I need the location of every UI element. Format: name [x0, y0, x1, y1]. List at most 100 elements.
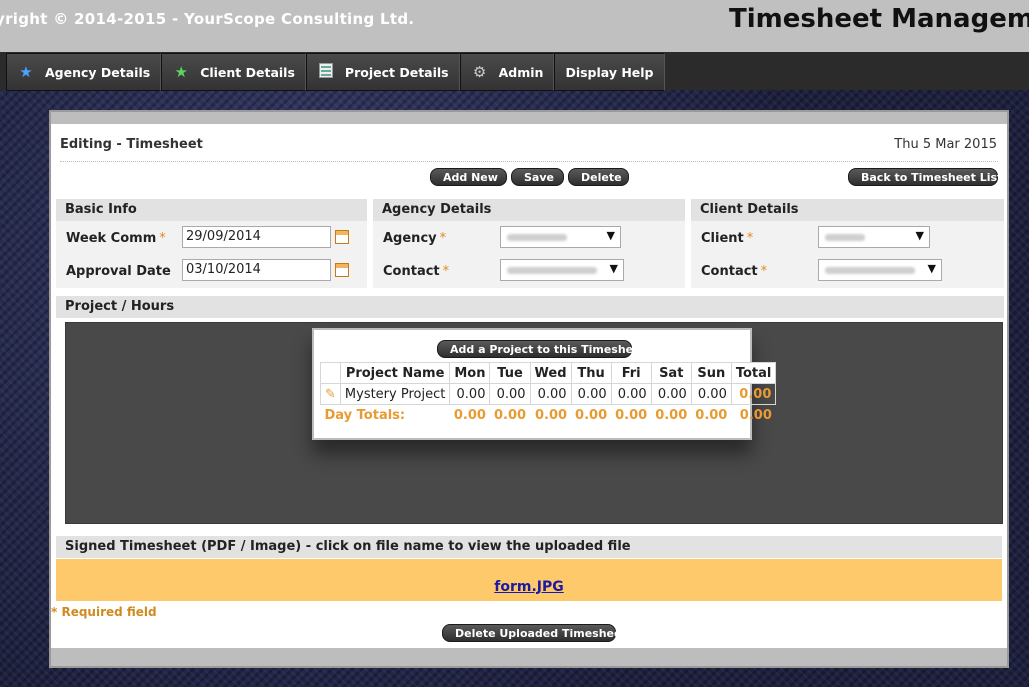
- agency-contact-select[interactable]: ▼: [500, 259, 624, 281]
- required-mark: *: [442, 264, 450, 279]
- nav-item-client-details[interactable]: ★ Client Details: [161, 53, 306, 91]
- app-title: Timesheet Managemer: [729, 4, 1029, 34]
- agency-contact-label-text: Contact: [383, 264, 440, 279]
- hours-cell: 0.00: [449, 383, 491, 405]
- nav-item-project-details[interactable]: Project Details: [305, 53, 460, 91]
- agency-label: Agency *: [383, 231, 446, 246]
- signed-timesheet-heading: Signed Timesheet (PDF / Image) - click o…: [56, 536, 1002, 558]
- grand-total-cell: 0.00: [739, 407, 772, 423]
- client-select[interactable]: ▼: [818, 226, 930, 248]
- panel-bottom-strip: [51, 648, 1007, 666]
- back-to-list-button[interactable]: Back to Timesheet List: [848, 168, 1002, 186]
- client-details-heading: Client Details: [691, 199, 1004, 221]
- gears-icon: ⚙: [472, 63, 487, 81]
- client-contact-label: Contact *: [701, 264, 767, 279]
- agency-details-section: Agency Details Agency * ▼ Contact * ▼: [373, 199, 685, 288]
- basic-info-section: Basic Info Week Comm* Approval Date: [56, 199, 367, 288]
- week-comm-input[interactable]: [182, 226, 331, 248]
- dropdown-arrow-icon: ▼: [927, 262, 936, 275]
- nav-item-label: Admin: [498, 64, 544, 80]
- divider: [60, 161, 998, 162]
- agency-details-heading: Agency Details: [373, 199, 685, 221]
- current-date: Thu 5 Mar 2015: [894, 137, 997, 152]
- calendar-icon[interactable]: [335, 230, 349, 244]
- hours-cell: 0.00: [690, 383, 732, 405]
- required-mark: *: [760, 264, 768, 279]
- nav-menu: ★ Agency Details ★ Client Details Projec…: [6, 53, 665, 91]
- calendar-icon[interactable]: [335, 263, 349, 277]
- blue-star-icon: ★: [19, 63, 33, 81]
- day-total-cell: 0.00: [575, 407, 608, 423]
- nav-item-label: Display Help: [565, 64, 654, 80]
- spreadsheet-icon: [317, 62, 335, 82]
- required-mark: *: [439, 231, 447, 246]
- hours-cell: 0.00: [610, 383, 652, 405]
- nav-item-admin[interactable]: ⚙ Admin: [459, 53, 555, 91]
- basic-info-heading: Basic Info: [56, 199, 367, 221]
- nav-item-agency-details[interactable]: ★ Agency Details: [6, 53, 162, 91]
- blurred-value: [825, 234, 865, 241]
- agency-contact-label: Contact *: [383, 264, 449, 279]
- project-hours-heading: Project / Hours: [56, 296, 1004, 318]
- project-name-cell: Mystery Project: [339, 383, 451, 405]
- uploaded-file-link[interactable]: form.JPG: [494, 579, 563, 595]
- top-header: yright © 2014-2015 - YourScope Consultin…: [0, 0, 1029, 52]
- row-total-cell: 0.00: [730, 383, 777, 405]
- add-project-button[interactable]: Add a Project to this Timesheet: [437, 340, 646, 358]
- client-details-section: Client Details Client * ▼ Contact * ▼: [691, 199, 1004, 288]
- client-label-text: Client: [701, 231, 744, 246]
- day-totals-row: Day Totals: 0.00 0.00 0.00 0.00 0.00 0.0…: [321, 405, 776, 426]
- required-mark: *: [746, 231, 754, 246]
- edit-row-cell[interactable]: ✎: [320, 383, 341, 405]
- column-header: Sun: [690, 362, 732, 384]
- agency-label-text: Agency: [383, 231, 437, 246]
- table-row: ✎ Mystery Project 0.00 0.00 0.00 0.00 0.…: [320, 383, 777, 405]
- nav-item-label: Project Details: [344, 64, 449, 80]
- nav-item-display-help[interactable]: Display Help: [554, 53, 665, 91]
- blurred-value: [825, 267, 915, 274]
- required-field-note: * Required field: [51, 605, 157, 619]
- blurred-value: [507, 234, 567, 241]
- save-button[interactable]: Save: [511, 168, 564, 186]
- week-comm-label-text: Week Comm: [66, 231, 157, 246]
- day-total-cell: 0.00: [695, 407, 728, 423]
- column-header: Tue: [489, 362, 531, 384]
- nav-item-label: Agency Details: [45, 64, 151, 80]
- nav-bar: ★ Agency Details ★ Client Details Projec…: [0, 52, 1029, 91]
- pencil-icon[interactable]: ✎: [325, 387, 336, 402]
- week-comm-label: Week Comm *: [66, 231, 166, 246]
- column-header: Total: [730, 362, 777, 384]
- client-contact-label-text: Contact: [701, 264, 758, 279]
- agency-select[interactable]: ▼: [500, 226, 621, 248]
- column-header: Sat: [650, 362, 692, 384]
- timesheet-edit-panel: Editing - Timesheet Thu 5 Mar 2015 Add N…: [49, 110, 1009, 668]
- delete-button[interactable]: Delete: [568, 168, 629, 186]
- column-header: Mon: [449, 362, 491, 384]
- hours-table: Project Name Mon Tue Wed Thu Fri Sat Sun…: [320, 362, 777, 426]
- dropdown-arrow-icon: ▼: [915, 229, 924, 242]
- hours-cell: 0.00: [570, 383, 612, 405]
- day-total-cell: 0.00: [655, 407, 688, 423]
- dropdown-arrow-icon: ▼: [609, 262, 618, 275]
- hours-cell: 0.00: [529, 383, 572, 405]
- column-header: [320, 362, 341, 384]
- column-header: Fri: [610, 362, 652, 384]
- nav-item-label: Client Details: [200, 64, 295, 80]
- hours-cell: 0.00: [650, 383, 692, 405]
- client-contact-select[interactable]: ▼: [818, 259, 942, 281]
- client-label: Client *: [701, 231, 753, 246]
- approval-date-label: Approval Date: [66, 264, 171, 279]
- delete-uploaded-timesheet-button[interactable]: Delete Uploaded Timesheet: [442, 624, 627, 642]
- green-star-icon: ★: [174, 63, 188, 81]
- dropdown-arrow-icon: ▼: [606, 229, 615, 242]
- day-total-cell: 0.00: [453, 407, 486, 423]
- add-new-button[interactable]: Add New: [430, 168, 507, 186]
- day-total-cell: 0.00: [493, 407, 527, 423]
- day-total-cell: 0.00: [534, 407, 568, 423]
- project-hours-header: Project / Hours: [56, 296, 1004, 318]
- table-header-row: Project Name Mon Tue Wed Thu Fri Sat Sun…: [320, 362, 777, 384]
- day-total-cell: 0.00: [615, 407, 648, 423]
- approval-date-input[interactable]: [182, 259, 331, 281]
- column-header: Project Name: [339, 362, 451, 384]
- day-totals-label: Day Totals:: [324, 407, 406, 423]
